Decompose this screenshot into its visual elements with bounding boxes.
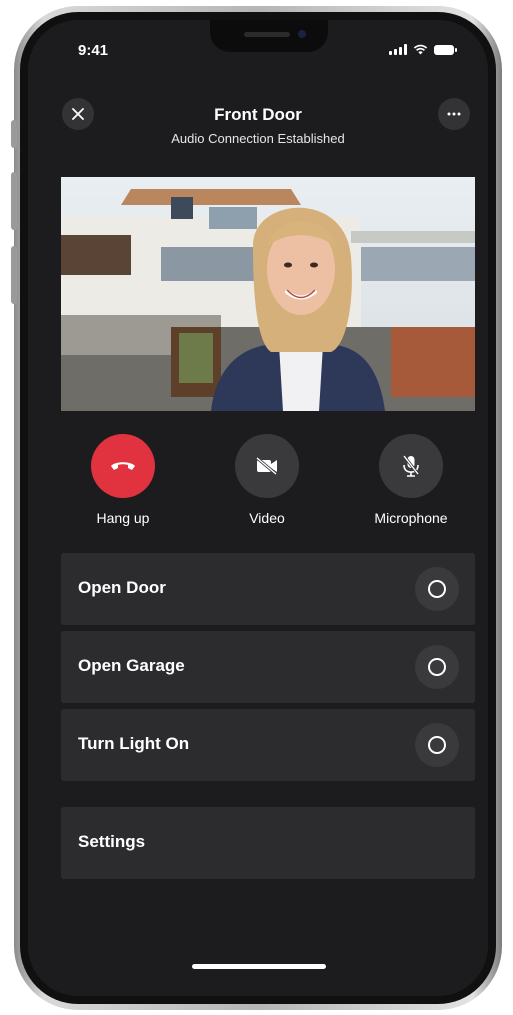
page-title: Front Door xyxy=(214,105,302,124)
phone-hangup-icon xyxy=(111,462,135,470)
battery-icon xyxy=(434,44,457,55)
app-screen: 9:41 Front Door Audio Connection Establi… xyxy=(28,20,488,996)
microphone-action[interactable]: Microphone xyxy=(356,434,466,526)
circle-icon xyxy=(428,580,446,598)
microphone-off-icon xyxy=(402,455,420,477)
video-action[interactable]: Video xyxy=(212,434,322,526)
settings-row[interactable]: Settings xyxy=(61,807,475,879)
hangup-action[interactable]: Hang up xyxy=(68,434,178,526)
microphone-label: Microphone xyxy=(374,510,448,526)
turn-light-on-button[interactable] xyxy=(415,723,459,767)
action-button xyxy=(11,120,17,148)
open-door-label: Open Door xyxy=(78,578,166,597)
status-icons xyxy=(389,44,457,55)
cellular-signal-icon xyxy=(389,44,407,55)
open-garage-label: Open Garage xyxy=(78,656,185,675)
video-feed xyxy=(61,177,475,411)
open-door-button[interactable] xyxy=(415,567,459,611)
notch xyxy=(210,20,328,52)
open-garage-button[interactable] xyxy=(415,645,459,689)
volume-up-button xyxy=(11,172,17,230)
video-toggle-button[interactable] xyxy=(235,434,299,498)
home-indicator[interactable] xyxy=(192,964,326,969)
video-label: Video xyxy=(249,510,285,526)
settings-label: Settings xyxy=(78,832,146,851)
video-off-icon xyxy=(256,457,277,475)
doorbell-camera-image xyxy=(61,177,475,411)
hangup-button[interactable] xyxy=(91,434,155,498)
microphone-toggle-button[interactable] xyxy=(379,434,443,498)
status-time: 9:41 xyxy=(78,42,109,59)
connection-status: Audio Connection Established xyxy=(171,131,345,146)
turn-light-on-label: Turn Light On xyxy=(78,734,190,753)
open-door-row[interactable]: Open Door xyxy=(61,553,475,625)
circle-icon xyxy=(428,736,446,754)
earpiece-speaker xyxy=(244,32,290,37)
turn-light-on-row[interactable]: Turn Light On xyxy=(61,709,475,781)
circle-icon xyxy=(428,658,446,676)
hangup-label: Hang up xyxy=(96,510,150,526)
volume-down-button xyxy=(11,246,17,304)
wifi-icon xyxy=(413,44,428,55)
front-camera xyxy=(298,30,306,38)
open-garage-row[interactable]: Open Garage xyxy=(61,631,475,703)
